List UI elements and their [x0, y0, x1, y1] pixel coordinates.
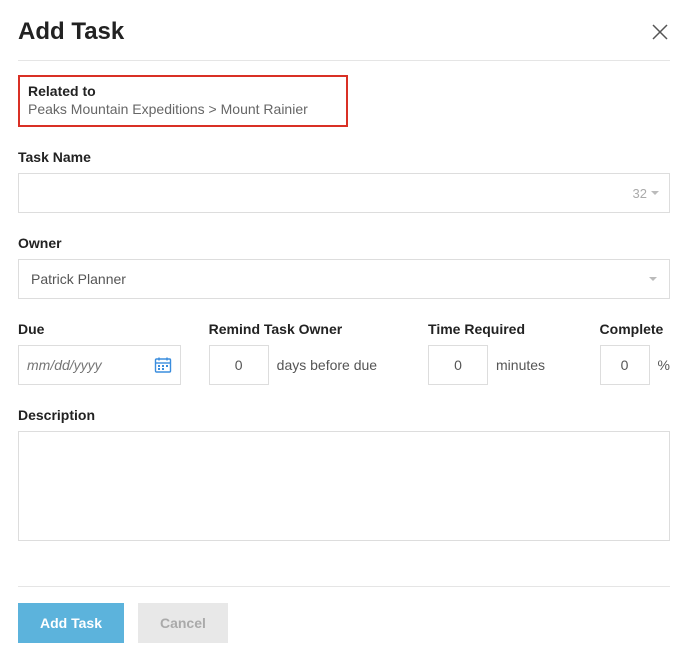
complete-label: Complete — [600, 321, 670, 337]
due-group: Due — [18, 321, 181, 385]
close-icon[interactable] — [650, 22, 670, 42]
time-required-input[interactable] — [428, 345, 488, 385]
complete-input[interactable] — [600, 345, 650, 385]
description-group: Description — [18, 407, 670, 546]
task-name-input[interactable] — [29, 174, 633, 212]
due-label: Due — [18, 321, 181, 337]
due-box[interactable] — [18, 345, 181, 385]
complete-suffix: % — [658, 357, 670, 373]
related-to-path: Peaks Mountain Expeditions > Mount Raini… — [28, 101, 338, 117]
description-input[interactable] — [18, 431, 670, 541]
remind-suffix: days before due — [277, 357, 377, 373]
task-name-box[interactable]: 32 — [18, 173, 670, 213]
due-input[interactable] — [27, 357, 127, 373]
cancel-button[interactable]: Cancel — [138, 603, 228, 643]
caret-down-icon — [651, 191, 659, 195]
time-required-group: Time Required minutes — [428, 321, 572, 385]
time-required-label: Time Required — [428, 321, 572, 337]
complete-group: Complete % — [600, 321, 670, 385]
owner-group: Owner Patrick Planner — [18, 235, 670, 299]
owner-select[interactable]: Patrick Planner — [18, 259, 670, 299]
add-task-button[interactable]: Add Task — [18, 603, 124, 643]
task-name-group: Task Name 32 — [18, 149, 670, 213]
remind-group: Remind Task Owner days before due — [209, 321, 400, 385]
dialog-title: Add Task — [18, 18, 124, 46]
task-name-label: Task Name — [18, 149, 670, 165]
description-label: Description — [18, 407, 670, 423]
task-name-counter: 32 — [633, 186, 647, 201]
calendar-icon[interactable] — [154, 356, 172, 374]
owner-value: Patrick Planner — [31, 271, 126, 287]
remind-input[interactable] — [209, 345, 269, 385]
remind-label: Remind Task Owner — [209, 321, 400, 337]
caret-down-icon — [649, 277, 657, 281]
time-required-suffix: minutes — [496, 357, 545, 373]
dialog-header: Add Task — [18, 18, 670, 61]
details-row: Due Remind Task Owner days before due Ti… — [18, 321, 670, 385]
related-to-label: Related to — [28, 83, 338, 99]
related-to-box: Related to Peaks Mountain Expeditions > … — [18, 75, 348, 127]
owner-label: Owner — [18, 235, 670, 251]
dialog-footer: Add Task Cancel — [18, 586, 670, 643]
